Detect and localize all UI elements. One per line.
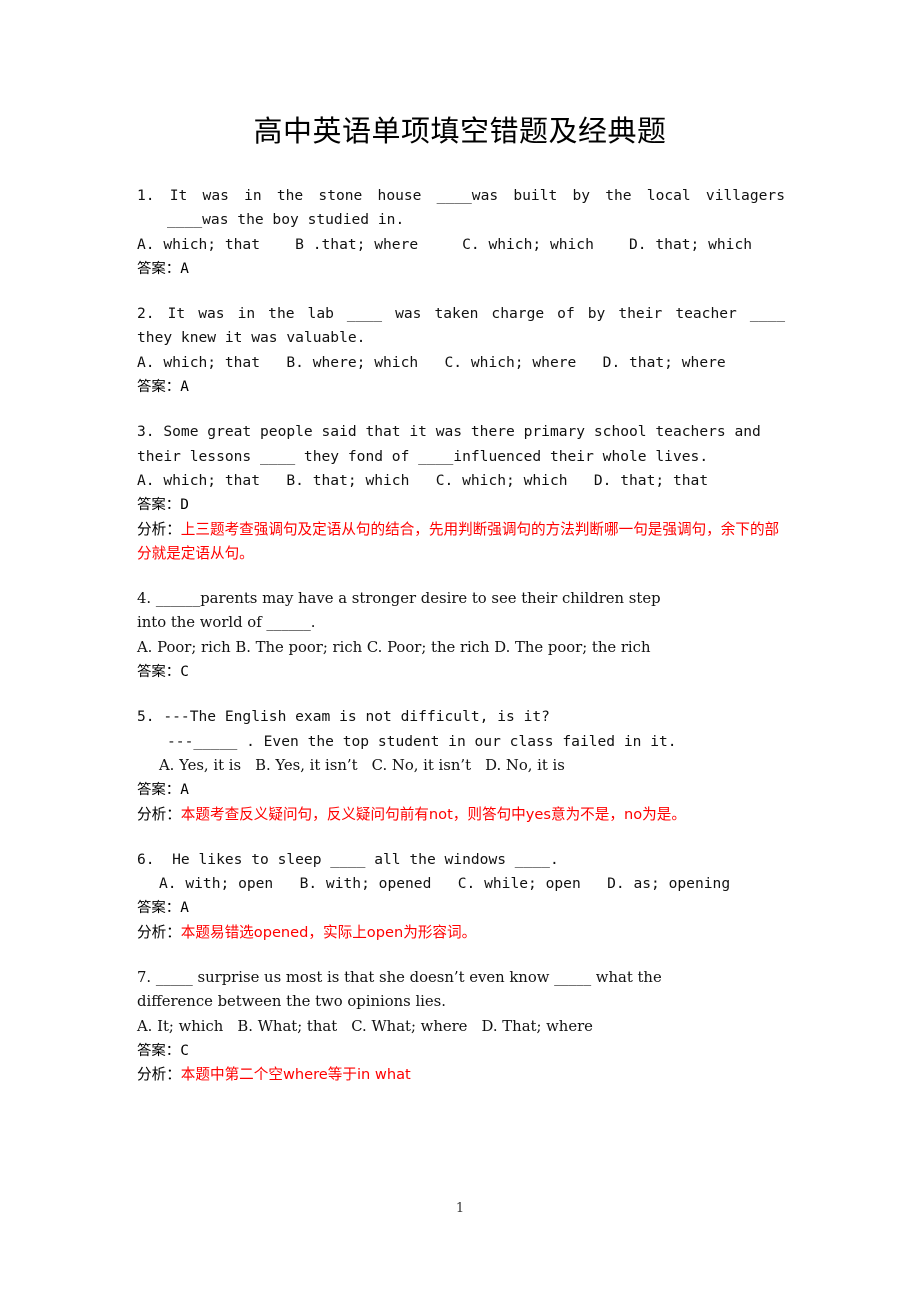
analysis-label: 分析： (137, 805, 181, 823)
answer-row: 答案：D (137, 493, 785, 517)
answer-label: 答案： (137, 1042, 181, 1059)
question-stem-line-2: difference between the two opinions lies… (137, 993, 446, 1011)
analysis-text: 本题易错选opened，实际上open为形容词。 (180, 923, 477, 941)
question-stem-line-1: 4. ______parents may have a stronger des… (137, 590, 661, 608)
answer-value: C (180, 1042, 189, 1059)
analysis-label: 分析： (137, 1066, 181, 1084)
page-title: 高中英语单项填空错题及经典题 (253, 114, 667, 148)
question-stem-line-2: into the world of ______. (137, 614, 316, 632)
answer-label: 答案： (137, 782, 181, 799)
question-stem-line-1: 2. It was in the lab ____ was taken char… (137, 305, 785, 323)
answer-row: 答案：A (137, 257, 785, 281)
question-stem-line-1: 1. It was in the stone house ____was bui… (137, 187, 785, 204)
analysis-text: 本题中第二个空where等于in what (180, 1066, 411, 1084)
answer-label: 答案： (137, 900, 181, 917)
question-options: A. Poor; rich B. The poor; rich C. Poor;… (137, 638, 651, 656)
question-options: A. Yes, it is B. Yes, it isn’t C. No, it… (159, 756, 565, 774)
question-list: 1. It was in the stone house ____was bui… (137, 184, 785, 1109)
question-item-7: 7. _____ surprise us most is that she do… (137, 966, 785, 1087)
question-item-4: 4. ______parents may have a stronger des… (137, 587, 785, 684)
answer-value: A (180, 379, 189, 396)
answer-row: 答案：A (137, 896, 785, 920)
answer-row: 答案：A (137, 778, 785, 802)
question-item-6: 6. He likes to sleep ____ all the window… (137, 848, 785, 945)
answer-row: 答案：C (137, 1039, 785, 1063)
question-stem-line-1: 3. Some great people said that it was th… (137, 423, 761, 441)
question-stem-line-2: they knew it was valuable. (137, 329, 366, 347)
question-item-1: 1. It was in the stone house ____was bui… (137, 184, 785, 281)
answer-value: A (180, 260, 189, 277)
analysis-label: 分析： (137, 923, 181, 941)
answer-label: 答案： (137, 379, 181, 396)
analysis-text: 上三题考查强调句及定语从句的结合，先用判断强调句的方法判断哪一句是强调句，余下的… (137, 520, 780, 562)
analysis-row: 分析：上三题考查强调句及定语从句的结合，先用判断强调句的方法判断哪一句是强调句，… (137, 518, 785, 567)
question-stem-line-2: ---_____ . Even the top student in our c… (167, 732, 677, 750)
question-item-3: 3. Some great people said that it was th… (137, 420, 785, 566)
question-stem-line-2: ____was the boy studied in. (167, 211, 405, 229)
answer-value: A (180, 900, 189, 917)
answer-value: D (180, 497, 189, 514)
question-item-5: 5. ---The English exam is not difficult,… (137, 705, 785, 826)
question-stem-line-1: 7. _____ surprise us most is that she do… (137, 969, 662, 987)
answer-row: 答案：A (137, 375, 785, 399)
document-page: 高中英语单项填空错题及经典题 1. It was in the stone ho… (0, 0, 920, 1302)
question-options: A. which; that B. where; which C. which;… (137, 353, 726, 371)
question-item-2: 2. It was in the lab ____ was taken char… (137, 302, 785, 399)
question-options: A. which; that B. that; which C. which; … (137, 471, 709, 489)
analysis-label: 分析： (137, 520, 181, 538)
analysis-row: 分析：本题中第二个空where等于in what (137, 1063, 785, 1087)
question-stem-line-1: 5. ---The English exam is not difficult,… (137, 708, 550, 726)
answer-label: 答案： (137, 260, 181, 277)
question-stem-line-2: their lessons ____ they fond of ____infl… (137, 447, 709, 465)
question-options: A. which; that B .that; where C. which; … (137, 235, 753, 253)
question-stem-line-1: 6. He likes to sleep ____ all the window… (137, 850, 559, 868)
analysis-text: 本题考查反义疑问句，反义疑问句前有not，则答句中yes意为不是，no为是。 (180, 805, 686, 823)
question-options: A. It; which B. What; that C. What; wher… (137, 1017, 593, 1035)
answer-label: 答案： (137, 664, 181, 681)
answer-row: 答案：C (137, 660, 785, 684)
answer-label: 答案： (137, 497, 181, 514)
question-options: A. with; open B. with; opened C. while; … (159, 875, 731, 893)
answer-value: C (180, 664, 189, 681)
page-number: 1 (455, 1201, 465, 1216)
analysis-row: 分析：本题易错选opened，实际上open为形容词。 (137, 921, 785, 945)
analysis-row: 分析：本题考查反义疑问句，反义疑问句前有not，则答句中yes意为不是，no为是… (137, 803, 785, 827)
answer-value: A (180, 782, 189, 799)
